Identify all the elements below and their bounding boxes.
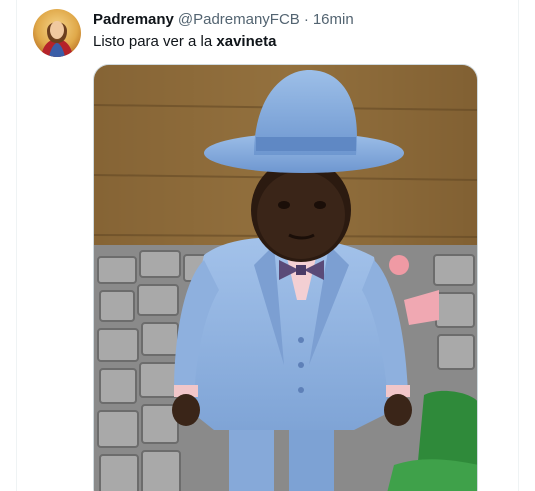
- tweet-header: Padremany @PadremanyFCB · 16min: [93, 10, 354, 30]
- tweet-photo[interactable]: [93, 64, 478, 491]
- tweet-text-prefix: Listo para ver a la: [93, 33, 217, 50]
- toddler-in-blue-suit-photo-icon: [94, 65, 477, 491]
- tweet-timestamp[interactable]: 16min: [313, 10, 354, 30]
- timeline-left-border: [16, 0, 17, 491]
- separator-dot: ·: [303, 11, 309, 28]
- timeline-right-border: [518, 0, 519, 491]
- author-handle[interactable]: @PadremanyFCB: [178, 10, 300, 30]
- avatar-image-icon: [33, 9, 81, 57]
- avatar[interactable]: [33, 9, 81, 57]
- tweet-text-hashtag[interactable]: xavineta: [216, 33, 276, 50]
- tweet-card[interactable]: Padremany @PadremanyFCB · 16min Listo pa…: [0, 0, 535, 491]
- tweet-text: Listo para ver a la xavineta: [93, 32, 276, 52]
- author-name[interactable]: Padremany: [93, 10, 174, 30]
